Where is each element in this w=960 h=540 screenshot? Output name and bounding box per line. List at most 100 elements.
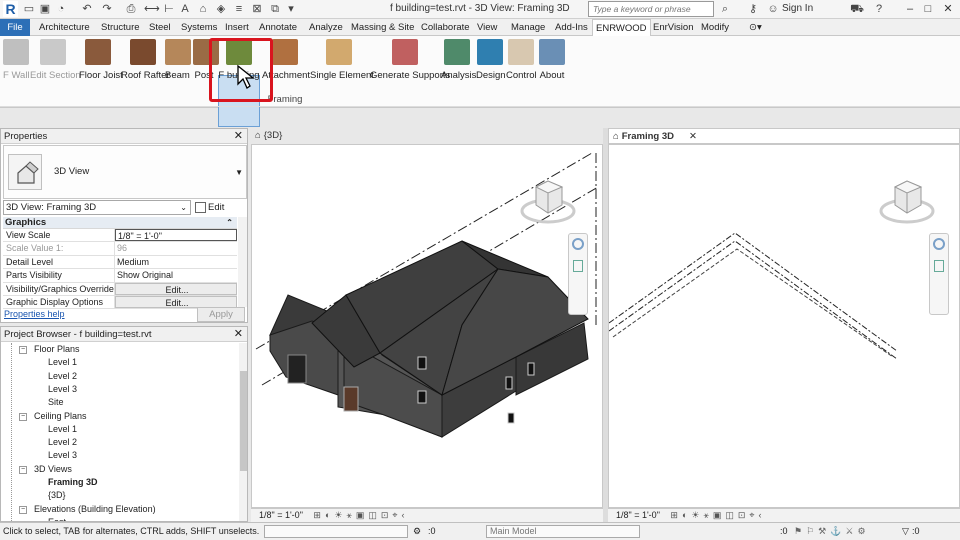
- ribbon-options-icon[interactable]: ⊙▾: [746, 19, 765, 36]
- print-icon[interactable]: ⎙: [124, 2, 138, 16]
- view-scale-right[interactable]: 1/8" = 1'-0": [616, 510, 660, 520]
- roof-rafter-button[interactable]: Roof Rafter: [121, 39, 170, 89]
- tab-view[interactable]: View: [474, 19, 500, 36]
- text-icon[interactable]: A: [178, 2, 192, 16]
- sign-in-button[interactable]: Sign In: [782, 3, 813, 14]
- search-icon[interactable]: ⌕: [718, 2, 732, 16]
- properties-scrollbar[interactable]: [238, 217, 247, 307]
- zoom-icon[interactable]: [573, 260, 583, 272]
- edit-section-button[interactable]: Edit Section: [30, 39, 81, 89]
- tab-collaborate[interactable]: Collaborate: [418, 19, 473, 36]
- tab-insert[interactable]: Insert: [222, 19, 252, 36]
- property-value[interactable]: Show Original: [115, 269, 237, 281]
- tree-item[interactable]: Framing 3D: [48, 476, 98, 489]
- about-button[interactable]: About: [539, 39, 565, 89]
- browser-scroll-thumb[interactable]: [240, 371, 247, 471]
- tab-steel[interactable]: Steel: [146, 19, 174, 36]
- viewcube[interactable]: [518, 173, 578, 227]
- close-icon[interactable]: ✕: [234, 327, 243, 342]
- type-selector[interactable]: 3D View ▼: [3, 145, 247, 199]
- view-instance-selector[interactable]: 3D View: Framing 3D ⌄: [3, 200, 191, 215]
- filter-icon[interactable]: ▽: [902, 523, 909, 540]
- view-framing-3d-canvas[interactable]: [608, 144, 960, 508]
- tree-item[interactable]: Site: [48, 396, 64, 409]
- maximize-button[interactable]: □: [920, 1, 936, 17]
- edit-type-button[interactable]: Edit Type: [195, 200, 247, 228]
- undo-icon[interactable]: ↶: [80, 2, 94, 16]
- beam-button[interactable]: Beam: [165, 39, 191, 89]
- tree-group[interactable]: Floor Plans: [34, 343, 80, 356]
- tab-manage[interactable]: Manage: [508, 19, 548, 36]
- close-icon[interactable]: ✕: [234, 129, 243, 144]
- search-input[interactable]: Type a keyword or phrase: [588, 1, 714, 17]
- section-icon[interactable]: ◈: [214, 2, 228, 16]
- analysis-button[interactable]: Analysis: [441, 39, 476, 89]
- measure-icon[interactable]: ⟷: [144, 2, 160, 16]
- tab-annotate[interactable]: Annotate: [256, 19, 300, 36]
- workset-select[interactable]: [264, 525, 408, 538]
- viewcube[interactable]: [877, 173, 937, 227]
- cart-icon[interactable]: ⛟: [850, 2, 864, 16]
- tree-item[interactable]: Level 2: [48, 436, 77, 449]
- view-controls-icons[interactable]: ⊞◐☀⚹▣◫⊡⌖‹: [670, 510, 765, 520]
- tab-file[interactable]: File: [0, 19, 30, 36]
- tree-item[interactable]: Level 3: [48, 449, 77, 462]
- single-element-button[interactable]: Single Element: [310, 39, 374, 89]
- collapse-icon[interactable]: −: [19, 465, 27, 474]
- tab-enrwood[interactable]: ENRWOOD: [592, 19, 651, 37]
- navigation-bar[interactable]: [568, 233, 588, 315]
- thin-lines-icon[interactable]: ≡: [232, 2, 246, 16]
- edit-button[interactable]: Edit...: [115, 282, 237, 295]
- chevron-down-icon[interactable]: ▼: [235, 168, 243, 177]
- tree-group[interactable]: Elevations (Building Elevation): [34, 503, 156, 516]
- design-option-select[interactable]: Main Model: [486, 525, 640, 538]
- navigation-bar[interactable]: [929, 233, 949, 315]
- floor-joist-button[interactable]: Floor Joist: [79, 39, 123, 89]
- close-icon[interactable]: ✕: [689, 129, 697, 145]
- switch-windows-icon[interactable]: ⧉: [268, 2, 282, 16]
- tab-enrvision[interactable]: EnrVision: [650, 19, 697, 36]
- property-value[interactable]: 1/8" = 1'-0": [115, 229, 237, 242]
- collapse-icon[interactable]: −: [19, 412, 27, 421]
- tab-analyze[interactable]: Analyze: [306, 19, 346, 36]
- tab-systems[interactable]: Systems: [178, 19, 220, 36]
- zoom-icon[interactable]: [934, 260, 944, 272]
- tree-item[interactable]: Level 1: [48, 423, 77, 436]
- view-splitter[interactable]: [603, 128, 608, 522]
- qat-dropdown-icon[interactable]: ▾: [284, 2, 298, 16]
- steering-wheel-icon[interactable]: [933, 238, 945, 250]
- collapse-icon[interactable]: ⌃: [226, 217, 233, 229]
- view-scale-left[interactable]: 1/8" = 1'-0": [259, 510, 303, 520]
- worksets-icon[interactable]: ⚙: [413, 523, 421, 540]
- collapse-icon[interactable]: −: [19, 505, 27, 514]
- property-value[interactable]: Medium: [115, 256, 237, 268]
- tree-item[interactable]: {3D}: [48, 489, 66, 502]
- f-wall-button[interactable]: F Wall: [3, 39, 30, 89]
- tab-modify[interactable]: Modify: [698, 19, 732, 36]
- open-icon[interactable]: ▭: [22, 2, 36, 16]
- tab-architecture[interactable]: Architecture: [36, 19, 93, 36]
- tree-item[interactable]: Level 3: [48, 383, 77, 396]
- tree-item[interactable]: Level 1: [48, 356, 77, 369]
- user-icon[interactable]: ☺: [766, 2, 780, 16]
- tree-item[interactable]: Level 2: [48, 370, 77, 383]
- tab-framing-3d[interactable]: ⌂ Framing 3D ✕: [608, 128, 960, 144]
- 3d-view-icon[interactable]: ⌂: [196, 2, 210, 16]
- dimension-icon[interactable]: ⊢: [162, 2, 176, 16]
- view-control-bar-left[interactable]: 1/8" = 1'-0" ⊞◐☀⚹▣◫⊡⌖‹: [251, 508, 603, 522]
- control-button[interactable]: Control: [506, 39, 537, 89]
- view-3d-canvas[interactable]: [251, 144, 603, 508]
- apply-button[interactable]: Apply: [197, 307, 245, 322]
- design-button[interactable]: Design: [476, 39, 506, 89]
- redo-icon[interactable]: ↷: [100, 2, 114, 16]
- generate-supports-button[interactable]: Generate Supports: [370, 39, 450, 89]
- close-hidden-icon[interactable]: ⊠: [250, 2, 264, 16]
- view-control-bar-right[interactable]: 1/8" = 1'-0" ⊞◐☀⚹▣◫⊡⌖‹: [608, 508, 960, 522]
- tab-structure[interactable]: Structure: [98, 19, 143, 36]
- tree-group[interactable]: Ceiling Plans: [34, 410, 87, 423]
- close-window-button[interactable]: ✕: [940, 1, 956, 17]
- view-controls-icons[interactable]: ⊞◐☀⚹▣◫⊡⌖‹: [313, 510, 408, 520]
- tab-3d[interactable]: ⌂ {3D}: [251, 128, 603, 144]
- properties-help-link[interactable]: Properties help: [4, 309, 65, 319]
- collapse-icon[interactable]: −: [19, 346, 27, 354]
